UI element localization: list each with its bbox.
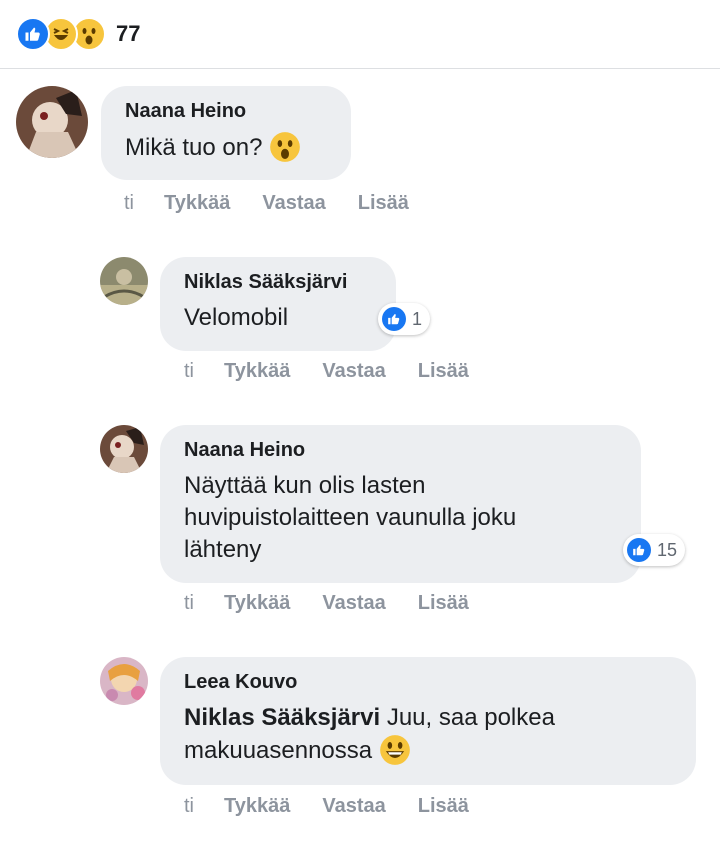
comment-bubble: Naana Heino Mikä tuo on? xyxy=(101,86,351,180)
comment-text-content: Mikä tuo on? xyxy=(125,133,263,161)
comment-text: Niklas Sääksjärvi Juu, saa polkea makuua… xyxy=(184,702,672,769)
comment-text-line: Näyttää kun olis lasten xyxy=(184,472,426,499)
comment-text-line: lähteny xyxy=(184,536,262,563)
divider xyxy=(0,68,720,69)
comment-bubble: Leea Kouvo Niklas Sääksjärvi Juu, saa po… xyxy=(160,657,696,785)
comment-text: Näyttää kun olis lasten huvipuistolaitte… xyxy=(184,470,617,566)
comment-time[interactable]: ti xyxy=(124,192,134,215)
grin-emoji-icon xyxy=(379,734,411,769)
like-button[interactable]: Tykkää xyxy=(164,192,230,215)
more-button[interactable]: Lisää xyxy=(358,192,409,215)
like-button[interactable]: Tykkää xyxy=(224,360,290,383)
avatar[interactable] xyxy=(16,86,88,158)
comment-text-line: makuuasennossa xyxy=(184,734,672,769)
mention-link[interactable]: Niklas Sääksjärvi xyxy=(184,704,380,731)
comment-reaction-badge[interactable]: 1 xyxy=(378,303,431,335)
reaction-count: 1 xyxy=(412,308,423,329)
reaction-count: 15 xyxy=(657,539,678,560)
reply-button[interactable]: Vastaa xyxy=(262,192,325,215)
comment-text: Mikä tuo on? xyxy=(125,131,327,166)
comment-bubble: Naana Heino Näyttää kun olis lasten huvi… xyxy=(160,425,641,583)
avatar[interactable] xyxy=(100,657,148,705)
like-icon xyxy=(627,538,651,562)
comment-text-content: Juu, saa polkea xyxy=(386,704,555,731)
comment-author[interactable]: Naana Heino xyxy=(125,100,327,123)
reaction-summary[interactable]: 77 xyxy=(16,17,141,51)
like-icon xyxy=(382,307,406,331)
comment-actions: ti Tykkää Vastaa Lisää xyxy=(184,360,501,383)
like-button[interactable]: Tykkää xyxy=(224,592,290,615)
comment-actions: ti Tykkää Vastaa Lisää xyxy=(124,192,441,215)
comment-author[interactable]: Niklas Sääksjärvi xyxy=(184,271,372,294)
comment-actions: ti Tykkää Vastaa Lisää xyxy=(184,795,501,818)
reply-button[interactable]: Vastaa xyxy=(322,592,385,615)
reply-button[interactable]: Vastaa xyxy=(322,360,385,383)
more-button[interactable]: Lisää xyxy=(418,795,469,818)
like-icon xyxy=(16,17,50,51)
reply-button[interactable]: Vastaa xyxy=(322,795,385,818)
avatar[interactable] xyxy=(100,425,148,473)
comment-author[interactable]: Leea Kouvo xyxy=(184,671,672,694)
like-button[interactable]: Tykkää xyxy=(224,795,290,818)
comment-text: Velomobil xyxy=(184,304,289,331)
comment-time[interactable]: ti xyxy=(184,360,194,383)
comment-time[interactable]: ti xyxy=(184,795,194,818)
comment-text-content: makuuasennossa xyxy=(184,736,373,764)
comment-time[interactable]: ti xyxy=(184,592,194,615)
comment-bubble: Niklas Sääksjärvi Velomobil xyxy=(160,257,396,351)
wow-emoji-icon xyxy=(269,131,301,166)
comment-actions: ti Tykkää Vastaa Lisää xyxy=(184,592,501,615)
comment-reaction-badge[interactable]: 15 xyxy=(623,534,686,566)
comment-text-line: huvipuistolaitteen vaunulla joku xyxy=(184,504,517,531)
reaction-count: 77 xyxy=(116,21,141,46)
more-button[interactable]: Lisää xyxy=(418,592,469,615)
comment-author[interactable]: Naana Heino xyxy=(184,439,617,462)
avatar[interactable] xyxy=(100,257,148,305)
more-button[interactable]: Lisää xyxy=(418,360,469,383)
comment-text-line: Niklas Sääksjärvi Juu, saa polkea xyxy=(184,702,672,734)
